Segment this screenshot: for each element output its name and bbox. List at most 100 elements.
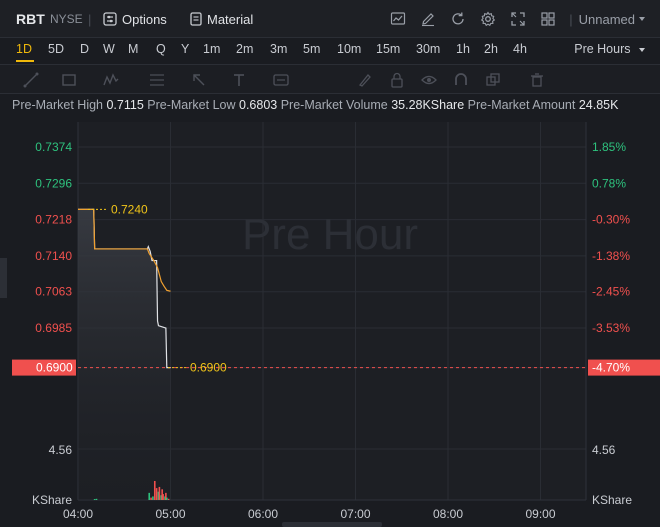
interval-tab-w[interactable]: W [103,42,115,56]
refresh-icon[interactable] [443,11,473,27]
volume-bar [152,496,154,500]
low-marker-label: 0.6900 [190,361,227,375]
rectangle-tool-icon[interactable] [60,71,78,89]
caret-down-icon [639,17,645,21]
pct-tick-label: -2.45% [592,285,630,299]
volume-tick-left: 4.56 [49,443,73,457]
interval-tab-d[interactable]: D [80,42,89,56]
brush-tool-icon[interactable] [356,71,374,89]
edit-icon[interactable] [413,11,443,27]
arrow-tool-icon[interactable] [190,71,208,89]
fibonacci-icon[interactable] [148,71,166,89]
time-tick-label: 07:00 [340,507,370,521]
interval-tab-1d[interactable]: 1D [16,42,32,56]
pct-tick-label: 1.85% [592,140,626,154]
interval-tab-3m[interactable]: 3m [270,42,287,56]
layout-grid-icon[interactable] [533,11,563,27]
settings-gear-icon[interactable] [473,11,503,27]
time-scroll-handle [282,522,382,527]
premarket-volume-value: 35.28KShare [391,98,465,112]
volume-bar [155,488,158,500]
options-icon [103,12,117,26]
interval-tab-10m[interactable]: 10m [337,42,361,56]
eye-icon[interactable] [420,71,438,89]
left-panel-toggle[interactable] [0,258,7,298]
volume-bar [150,497,152,500]
session-label: Pre Hours [574,42,631,56]
price-tick-label: 0.7374 [35,140,72,154]
clone-icon[interactable] [484,71,502,89]
price-tick-label: 0.7218 [35,213,72,227]
fullscreen-icon[interactable] [503,11,533,27]
time-tick-label: 05:00 [155,507,185,521]
material-icon [190,12,202,26]
material-label: Material [207,11,254,27]
watermark-text: Pre Hour [242,210,418,259]
layout-name-dropdown[interactable]: Unnamed [579,12,660,27]
interval-bar: 1D 5D D W M Q Y 1m 2m 3m 5m 10m 15m 30m 1h 2h 4h [0,38,660,62]
price-tick-label: 0.7296 [35,176,72,190]
premarket-volume-label: Pre-Market Volume [280,98,388,112]
premarket-info-bar: Pre-Market High 0.7115 Pre-Market Low 0.… [0,98,660,118]
interval-tab-4h[interactable]: 4h [513,42,527,56]
interval-tab-30m[interactable]: 30m [416,42,440,56]
premarket-amount-label: Pre-Market Amount [467,98,576,112]
premarket-high-label: Pre-Market High [12,98,103,112]
price-tick-label: 0.6985 [35,321,72,335]
time-tick-label: 08:00 [433,507,463,521]
interval-tab-y[interactable]: Y [181,42,189,56]
interval-tab-2h[interactable]: 2h [484,42,498,56]
premarket-amount-value: 24.85K [578,98,619,112]
layout-name-label: Unnamed [578,11,635,27]
trash-icon[interactable] [528,71,546,89]
volume-unit-right: KShare [592,493,632,507]
time-tick-label: 06:00 [248,507,278,521]
interval-tab-15m[interactable]: 15m [376,42,400,56]
interval-tab-1m[interactable]: 1m [203,42,220,56]
drawing-toolbar [0,64,660,94]
time-tick-label: 09:00 [525,507,555,521]
pct-tick-label: 0.78% [592,176,626,190]
interval-tab-q[interactable]: Q [156,42,166,56]
pct-tick-label: -0.30% [592,213,630,227]
options-label: Options [122,11,167,27]
premarket-low-value: 0.6803 [239,98,278,112]
volume-unit-left: KShare [32,493,72,507]
price-tick-label: 0.7063 [35,285,72,299]
interval-tab-5m[interactable]: 5m [303,42,320,56]
symbol-label[interactable]: RBT [16,0,45,38]
toolbar-icons: | Unnamed [383,0,660,38]
caret-down-icon [639,48,645,52]
volume-tick-right: 4.56 [592,443,616,457]
pct-tick-label: -1.38% [592,249,630,263]
material-button[interactable]: Material [190,0,253,38]
active-interval-underline [16,60,34,62]
interval-tab-2m[interactable]: 2m [236,42,253,56]
text-tool-icon[interactable] [230,71,248,89]
lock-icon[interactable] [388,71,406,89]
volume-bar [166,497,168,500]
options-button[interactable]: Options [103,0,167,38]
price-chart[interactable]: Pre Hour 0.7374 0.7296 0.7218 0.7140 0.7063 0.… [0,122,660,527]
interval-tab-5d[interactable]: 5D [48,42,64,56]
pct-tick-label: -3.53% [592,321,630,335]
toolbar-divider: | [88,11,92,27]
magnet-icon[interactable] [452,71,470,89]
session-dropdown[interactable]: Pre Hours [574,42,646,56]
volume-bar [158,486,161,500]
wave-pattern-icon[interactable] [102,71,120,89]
volume-bar [148,492,151,500]
volume-bar [93,499,96,500]
high-marker-label: 0.7240 [111,202,148,216]
interval-tab-m[interactable]: M [128,42,138,56]
top-toolbar: RBT NYSE | Options Material | Unnamed [0,0,660,38]
volume-bar [167,498,170,500]
volume-bar [162,494,164,500]
time-tick-label: 04:00 [63,507,93,521]
premarket-high-value: 0.7115 [106,98,144,112]
chart-type-icon[interactable] [383,11,413,27]
interval-tab-1h[interactable]: 1h [456,42,470,56]
label-tool-icon[interactable] [272,71,290,89]
price-tick-label: 0.7140 [35,249,72,263]
trend-line-icon[interactable] [22,71,40,89]
